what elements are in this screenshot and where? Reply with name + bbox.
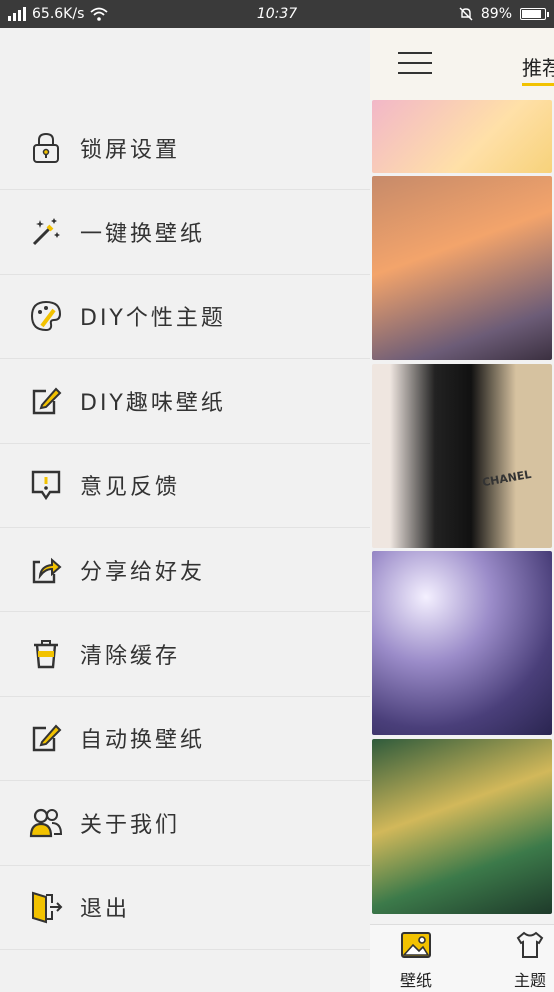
nav-wallpaper-label: 壁纸 — [400, 971, 433, 990]
nav-theme-label: 主题 — [514, 971, 547, 990]
menu-item-label: 清除缓存 — [80, 644, 181, 670]
top-bar: 推荐 — [370, 28, 554, 100]
users-icon — [29, 808, 63, 837]
wallpaper-thumbnail[interactable] — [372, 100, 552, 173]
photo-sign: CHANEL — [481, 467, 533, 490]
magic-wand-icon — [32, 218, 60, 246]
side-drawer: 锁屏设置 一键换壁纸 DIY个性主题 DIY趣味壁纸 意见反馈 分享给好友 清除… — [0, 28, 370, 992]
wifi-icon — [90, 7, 108, 21]
palette-icon — [30, 301, 62, 332]
menu-item-share[interactable]: 分享给好友 — [0, 528, 370, 613]
menu-item-about-us[interactable]: 关于我们 — [0, 781, 370, 866]
wallpaper-thumbnail[interactable] — [372, 176, 552, 360]
drawer-menu: 锁屏设置 一键换壁纸 DIY个性主题 DIY趣味壁纸 意见反馈 分享给好友 清除… — [0, 106, 370, 950]
share-icon — [32, 557, 62, 583]
picture-icon — [401, 932, 431, 958]
tshirt-icon — [516, 931, 544, 958]
menu-item-label: DIY个性主题 — [80, 306, 226, 332]
status-left: 65.6K/s — [8, 6, 228, 22]
menu-item-clear-cache[interactable]: 清除缓存 — [0, 612, 370, 697]
battery-percent: 89% — [480, 6, 512, 22]
main-content: 推荐 CHANEL 壁纸 主题 — [370, 28, 554, 992]
bell-off-icon — [459, 7, 473, 21]
wallpaper-thumbnail[interactable]: CHANEL — [372, 364, 552, 548]
menu-item-diy-wallpaper[interactable]: DIY趣味壁纸 — [0, 359, 370, 444]
lock-icon — [33, 132, 59, 163]
bottom-nav: 壁纸 主题 — [370, 924, 554, 992]
menu-item-feedback[interactable]: 意见反馈 — [0, 444, 370, 528]
menu-item-label: 一键换壁纸 — [80, 222, 206, 248]
menu-item-label: 自动换壁纸 — [80, 728, 206, 754]
menu-item-label: 锁屏设置 — [80, 137, 181, 163]
menu-item-label: 退出 — [80, 897, 131, 923]
edit-icon — [32, 724, 62, 752]
status-bar: 65.6K/s 10:37 89% — [0, 0, 554, 28]
menu-item-lock-settings[interactable]: 锁屏设置 — [0, 106, 370, 191]
menu-item-label: 分享给好友 — [80, 559, 206, 585]
battery-fill — [522, 10, 541, 18]
signal-icon — [8, 7, 26, 21]
menu-icon[interactable] — [398, 52, 432, 76]
network-speed: 65.6K/s — [32, 6, 85, 22]
menu-item-auto-wallpaper[interactable]: 自动换壁纸 — [0, 697, 370, 782]
wallpaper-thumbnail[interactable] — [372, 551, 552, 735]
status-right: 89% — [326, 6, 549, 22]
feedback-icon — [31, 471, 61, 501]
exit-icon — [32, 891, 63, 924]
tab-recommend[interactable]: 推荐 — [522, 52, 554, 86]
battery-icon — [520, 8, 549, 20]
trash-icon — [34, 640, 58, 669]
menu-item-one-key-wallpaper[interactable]: 一键换壁纸 — [0, 190, 370, 275]
menu-item-label: DIY趣味壁纸 — [80, 390, 226, 416]
menu-item-label: 关于我们 — [80, 812, 181, 838]
wallpaper-thumbnail[interactable] — [372, 739, 552, 914]
menu-item-diy-theme[interactable]: DIY个性主题 — [0, 275, 370, 360]
edit-icon — [32, 387, 62, 415]
nav-theme[interactable]: 主题 — [514, 931, 546, 991]
menu-item-label: 意见反馈 — [80, 475, 181, 501]
menu-item-exit[interactable]: 退出 — [0, 866, 370, 950]
nav-wallpaper[interactable]: 壁纸 — [400, 931, 432, 991]
clock: 10:37 — [256, 6, 298, 22]
